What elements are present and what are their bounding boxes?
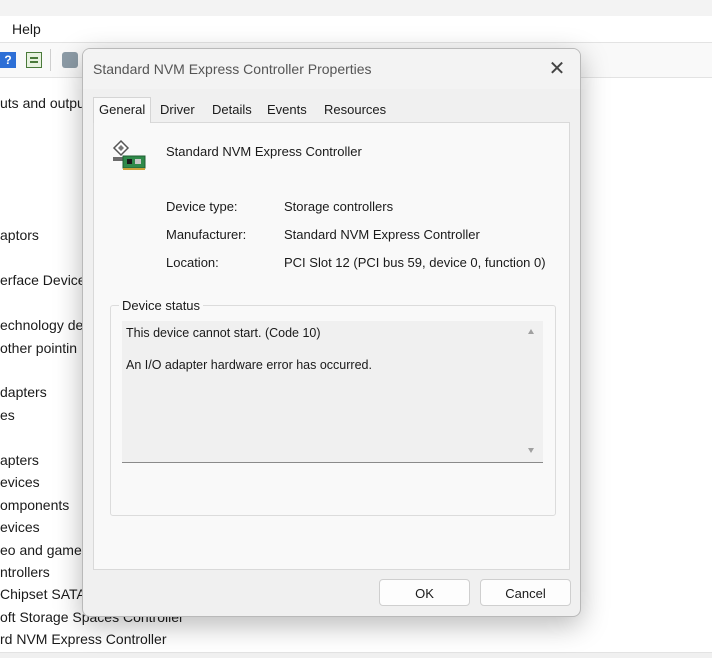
tree-item[interactable]: evices xyxy=(0,474,40,490)
menu-help[interactable]: Help xyxy=(12,21,41,37)
dialog-titlebar[interactable]: Standard NVM Express Controller Properti… xyxy=(83,49,580,89)
dialog-title: Standard NVM Express Controller Properti… xyxy=(93,61,372,77)
ok-button[interactable]: OK xyxy=(379,579,470,606)
background-window-topbar xyxy=(0,0,712,16)
close-icon[interactable]: ✕ xyxy=(534,49,580,89)
manufacturer-value: Standard NVM Express Controller xyxy=(284,227,480,242)
device-name: Standard NVM Express Controller xyxy=(166,144,362,159)
tab-driver[interactable]: Driver xyxy=(155,99,200,121)
background-menubar: Help xyxy=(0,16,712,43)
status-detail: An I/O adapter hardware error has occurr… xyxy=(126,358,372,372)
scroll-down-icon[interactable] xyxy=(528,448,534,453)
tree-item[interactable]: aptors xyxy=(0,227,39,243)
properties-icon[interactable] xyxy=(26,52,42,68)
tree-item[interactable]: erface Device xyxy=(0,272,86,288)
tree-item[interactable]: evices xyxy=(0,519,40,535)
tree-item[interactable]: uts and outpu xyxy=(0,95,85,111)
device-type-label: Device type: xyxy=(166,199,238,214)
toolbar-divider xyxy=(50,49,51,71)
cancel-button[interactable]: Cancel xyxy=(480,579,571,606)
status-message: This device cannot start. (Code 10) xyxy=(126,326,321,340)
tree-item[interactable]: dapters xyxy=(0,384,47,400)
device-status-legend: Device status xyxy=(119,298,204,313)
location-value: PCI Slot 12 (PCI bus 59, device 0, funct… xyxy=(284,255,546,270)
device-status-textbox[interactable]: This device cannot start. (Code 10) An I… xyxy=(122,321,543,463)
tree-item[interactable]: ntrollers xyxy=(0,564,50,580)
tree-item[interactable]: rd NVM Express Controller xyxy=(0,631,167,647)
tab-general[interactable]: General xyxy=(93,97,152,123)
tree-item[interactable]: echnology de xyxy=(0,317,83,333)
background-bottom-edge xyxy=(0,652,712,658)
tree-item[interactable]: other pointin xyxy=(0,340,77,356)
general-tab-panel: Standard NVM Express Controller Device t… xyxy=(93,122,570,570)
device-type-value: Storage controllers xyxy=(284,199,394,214)
tree-item[interactable]: es xyxy=(0,407,15,423)
manufacturer-label: Manufacturer: xyxy=(166,227,247,242)
scan-hardware-icon[interactable] xyxy=(62,52,78,68)
tree-item[interactable]: omponents xyxy=(0,497,69,513)
location-label: Location: xyxy=(166,255,219,270)
tab-details[interactable]: Details xyxy=(207,99,257,121)
tab-events[interactable]: Events xyxy=(262,99,312,121)
tree-item[interactable]: eo and game xyxy=(0,542,82,558)
tree-item[interactable]: Chipset SATA xyxy=(0,586,86,602)
properties-dialog: Standard NVM Express Controller Properti… xyxy=(82,48,581,617)
storage-controller-icon xyxy=(112,139,146,170)
tab-resources[interactable]: Resources xyxy=(319,99,391,121)
scroll-up-icon[interactable] xyxy=(528,329,534,334)
help-icon[interactable]: ? xyxy=(0,52,16,68)
tree-item[interactable]: apters xyxy=(0,452,39,468)
device-status-group: Device status This device cannot start. … xyxy=(110,298,556,516)
